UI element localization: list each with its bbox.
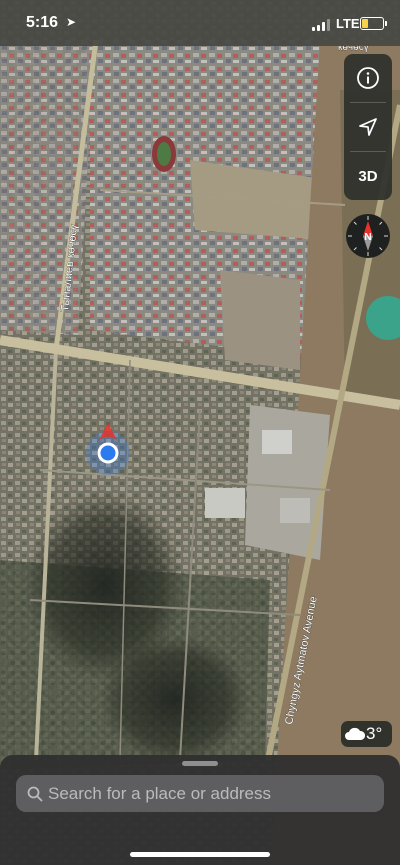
battery-icon <box>360 17 384 30</box>
network-type: LTE <box>336 16 360 31</box>
compass-icon: N <box>346 214 390 258</box>
clock: 5:16 <box>26 14 59 31</box>
cellular-signal-icon <box>312 19 332 31</box>
search-icon <box>27 786 43 802</box>
search-placeholder: Search for a place or address <box>48 784 272 803</box>
satellite-map[interactable]: Тыналиев көчөсү Chyngyz Aytmatov Avenue … <box>0 0 400 865</box>
location-arrow-icon <box>359 118 377 136</box>
info-button[interactable] <box>344 54 392 102</box>
compass-button[interactable]: N <box>345 213 391 259</box>
search-sheet: Search for a place or address <box>0 755 400 865</box>
compass-north-label: N <box>364 232 371 243</box>
map-controls: 3D <box>344 54 392 200</box>
weather-badge: 3° <box>341 721 392 747</box>
status-bar: 5:16 ➤ LTE <box>0 0 400 46</box>
battery-level <box>362 19 368 28</box>
home-indicator[interactable] <box>130 852 270 857</box>
location-services-icon: ➤ <box>66 15 77 29</box>
cloud-icon <box>345 727 366 740</box>
battery-cap <box>385 21 387 26</box>
temperature: 3° <box>366 724 383 743</box>
search-field[interactable]: Search for a place or address <box>16 775 384 812</box>
info-icon <box>357 67 379 89</box>
track-location-button[interactable] <box>344 103 392 151</box>
sheet-grabber[interactable] <box>182 761 218 766</box>
3d-toggle-button[interactable]: 3D <box>344 152 392 200</box>
